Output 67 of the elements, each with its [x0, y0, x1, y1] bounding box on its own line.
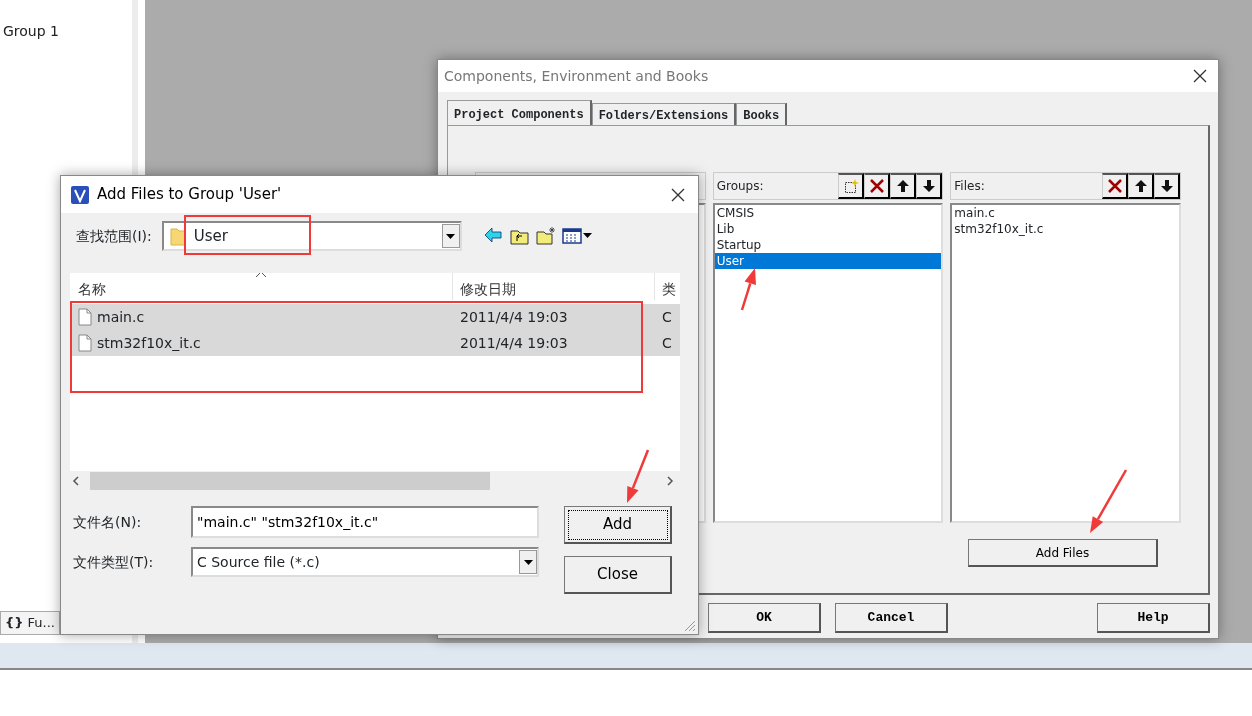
window-title: Components, Environment and Books: [444, 66, 709, 86]
file-icon: [78, 334, 92, 352]
file-type: C: [661, 333, 673, 353]
new-folder-button[interactable]: [535, 226, 556, 246]
close-icon: [670, 186, 686, 203]
folder-icon: [169, 226, 186, 246]
list-item[interactable]: stm32f10x_it.c: [952, 221, 1179, 237]
dialog-button[interactable]: Close: [564, 556, 672, 594]
scroll-left-icon: [70, 475, 82, 487]
window-title: Add Files to Group 'User': [97, 184, 282, 206]
list-item[interactable]: CMSIS: [714, 205, 942, 221]
field-label: 查找范围(I):: [76, 226, 152, 246]
list-item[interactable]: Lib: [714, 221, 942, 237]
tab-label: Fu...: [27, 614, 55, 633]
new-button[interactable]: [838, 173, 865, 199]
add-files-button[interactable]: Add Files: [968, 539, 1158, 567]
tab-icon-text: {}: [5, 614, 24, 633]
dialog-button[interactable]: Help: [1097, 603, 1210, 633]
view-menu-icon: [561, 226, 592, 246]
file-name: main.c: [97, 307, 145, 327]
panel-tab[interactable]: {} Fu...: [0, 611, 60, 635]
field-label: 文件类型(T):: [73, 552, 155, 572]
dialog-button[interactable]: Add: [564, 506, 672, 544]
file-date: 2011/4/4 19:03: [459, 333, 569, 353]
file-type-dropdown[interactable]: C Source file (*.c): [191, 547, 539, 577]
file-date: 2011/4/4 19:03: [459, 307, 569, 327]
new-folder-icon: [535, 226, 556, 246]
tab[interactable]: Project Components: [447, 100, 592, 125]
file-type: C: [661, 307, 673, 327]
move-up-button[interactable]: [1128, 173, 1154, 199]
dropdown-arrow-icon: [523, 559, 533, 565]
column-header[interactable]: 修改日期: [460, 281, 516, 297]
list-item[interactable]: Startup: [714, 237, 942, 253]
close-icon: [1192, 68, 1208, 84]
move-down-button[interactable]: [916, 173, 943, 199]
view-menu-button[interactable]: [561, 226, 592, 246]
panel-label: Groups:: [716, 178, 764, 195]
resize-grip-icon: [684, 620, 696, 632]
column-header[interactable]: 类: [662, 281, 676, 297]
new-item-icon: [842, 178, 859, 194]
move-down-button[interactable]: [1154, 173, 1180, 199]
field-label: 文件名(N):: [73, 512, 143, 532]
delete-button[interactable]: [864, 173, 891, 199]
tab[interactable]: Books: [736, 103, 788, 125]
dialog-button[interactable]: OK: [708, 603, 821, 633]
file-name-field[interactable]: "main.c" "stm32f10x_it.c": [191, 506, 539, 538]
folder-dropdown[interactable]: User: [161, 221, 462, 251]
scroll-right-icon: [664, 475, 676, 487]
file-row[interactable]: main.c 2011/4/4 19:03 C: [70, 304, 680, 330]
delete-button[interactable]: [1102, 173, 1128, 199]
file-name: stm32f10x_it.c: [97, 333, 201, 353]
panel-label: Files:: [954, 178, 985, 195]
column-header[interactable]: 名称: [78, 281, 106, 297]
list-item[interactable]: User: [714, 253, 942, 269]
dropdown-arrow-icon: [446, 233, 456, 239]
file-row[interactable]: stm32f10x_it.c 2011/4/4 19:03 C: [70, 330, 680, 356]
dialog-button[interactable]: Cancel: [835, 603, 948, 633]
delete-icon: [1106, 178, 1123, 194]
tree-item[interactable]: Group 1: [3, 21, 59, 42]
move-up-button[interactable]: [890, 173, 917, 199]
app-icon: [71, 185, 89, 204]
delete-icon: [868, 178, 885, 194]
close-button[interactable]: [670, 186, 686, 203]
file-icon: [78, 308, 92, 326]
list-item[interactable]: main.c: [952, 205, 1179, 221]
tab[interactable]: Folders/Extensions: [591, 103, 737, 125]
close-button[interactable]: [1192, 68, 1208, 84]
